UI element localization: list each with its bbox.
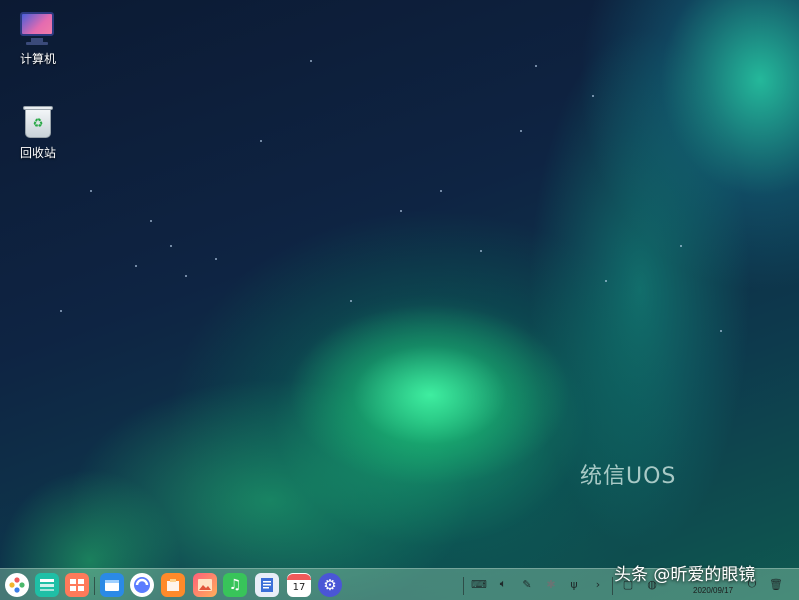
music-icon: ♫ xyxy=(228,577,242,593)
browser-button[interactable] xyxy=(130,573,154,597)
desktop-icon-computer[interactable]: 计算机 xyxy=(3,10,73,67)
trash-icon[interactable]: 🗑︎ xyxy=(768,576,784,592)
bluetooth-icon[interactable]: ✱ xyxy=(543,576,559,592)
watermark: 头条 @昕爱的眼镜 xyxy=(614,565,756,585)
trash-icon: ♻ xyxy=(18,104,58,140)
uos-brand-logo: 统信UOS xyxy=(580,464,677,489)
volume-icon[interactable]: 🔈︎ xyxy=(495,576,511,592)
computer-icon xyxy=(18,10,58,46)
desktop-icon-trash[interactable]: ♻ 回收站 xyxy=(3,104,73,161)
calendar-button[interactable]: 17 xyxy=(287,573,311,597)
tray-separator xyxy=(463,577,464,595)
calendar-day: 17 xyxy=(292,582,306,593)
document-viewer-button[interactable] xyxy=(255,573,279,597)
app-store-button[interactable] xyxy=(161,573,185,597)
keyboard-icon[interactable]: ⌨ xyxy=(471,576,487,592)
launcher-icon xyxy=(9,577,25,593)
settings-icon: ⚙ xyxy=(323,576,337,594)
app-store-icon xyxy=(167,579,179,591)
pen-icon[interactable]: ✎ xyxy=(519,576,535,592)
file-manager-button[interactable] xyxy=(100,573,124,597)
control-center-button[interactable]: ⚙ xyxy=(318,573,342,597)
multitask-view-button[interactable] xyxy=(35,573,59,597)
document-icon xyxy=(261,578,273,592)
expand-arrow-icon[interactable]: › xyxy=(590,576,606,592)
desktop-view-icon xyxy=(70,579,84,591)
browser-icon xyxy=(134,577,150,593)
tray-separator xyxy=(612,577,613,595)
star-field xyxy=(0,0,799,600)
desktop-icon-label: 计算机 xyxy=(19,52,56,66)
usb-icon[interactable]: ψ xyxy=(566,576,582,592)
launcher-button[interactable] xyxy=(5,573,29,597)
photos-button[interactable] xyxy=(193,573,217,597)
photos-icon xyxy=(198,579,212,591)
multitask-view-icon xyxy=(40,579,54,591)
file-manager-icon xyxy=(105,580,119,591)
dock-separator xyxy=(94,577,95,595)
desktop-view-button[interactable] xyxy=(65,573,89,597)
desktop-icon-label: 回收站 xyxy=(19,146,56,160)
music-button[interactable]: ♫ xyxy=(223,573,247,597)
clock-date[interactable]: 2020/09/17 xyxy=(693,586,733,595)
